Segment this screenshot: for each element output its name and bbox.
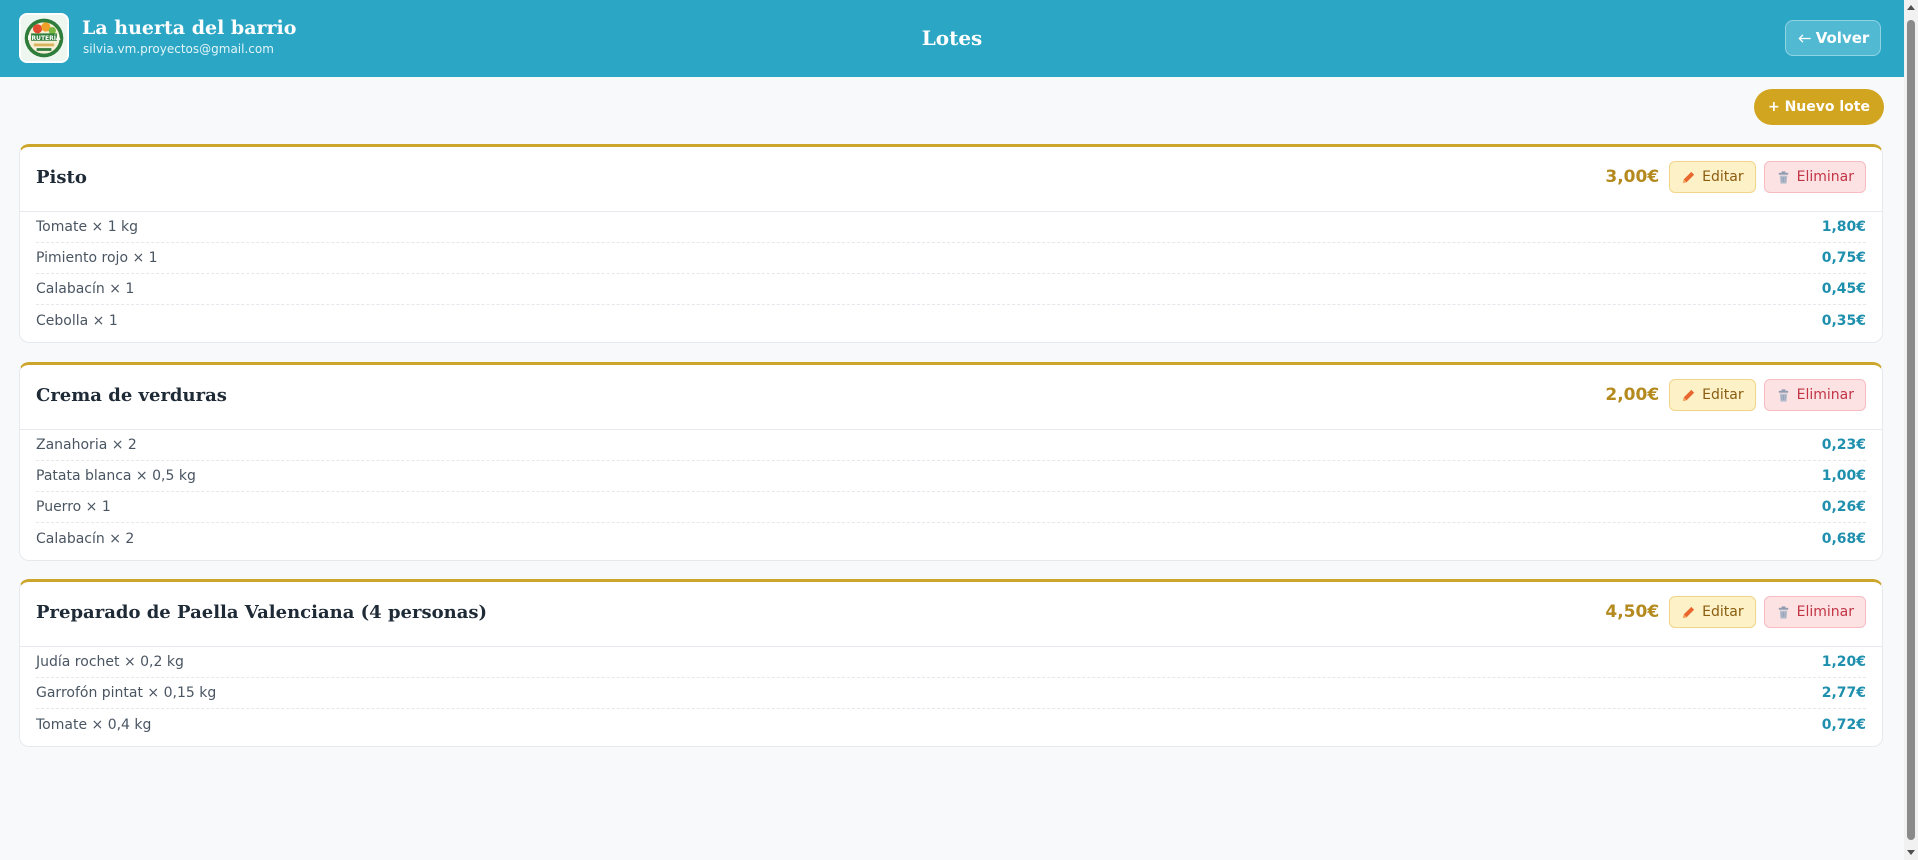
lote-actions: 2,00€ Editar Eliminar — [1605, 379, 1866, 411]
list-item: Judía rochet × 0,2 kg 1,20€ — [36, 647, 1866, 678]
edit-lote-button[interactable]: Editar — [1669, 161, 1756, 193]
item-label: Cebolla × 1 — [36, 312, 118, 329]
item-label: Zanahoria × 2 — [36, 437, 137, 453]
list-item: Calabacín × 1 0,45€ — [36, 274, 1866, 305]
edit-label: Editar — [1702, 387, 1744, 403]
edit-lote-button[interactable]: Editar — [1669, 596, 1756, 628]
top-bar: FRUTERÍA La huerta del barrio silvia.vm.… — [0, 0, 1904, 77]
item-price: 2,77€ — [1821, 685, 1866, 701]
item-price: 1,00€ — [1821, 468, 1866, 484]
list-item: Patata blanca × 0,5 kg 1,00€ — [36, 461, 1866, 492]
edit-label: Editar — [1702, 169, 1744, 185]
item-label: Judía rochet × 0,2 kg — [36, 654, 184, 670]
lote-items: Judía rochet × 0,2 kg 1,20€ Garrofón pint… — [20, 647, 1882, 746]
item-price: 0,23€ — [1821, 437, 1866, 453]
list-item: Garrofón pintat × 0,15 kg 2,77€ — [36, 678, 1866, 709]
list-item: Cebolla × 1 0,35€ — [36, 305, 1866, 336]
lote-card-header: Preparado de Paella Valenciana (4 person… — [20, 582, 1882, 647]
list-item: Calabacín × 2 0,68€ — [36, 523, 1866, 554]
item-label: Pimiento rojo × 1 — [36, 250, 158, 266]
item-label: Tomate × 1 kg — [36, 219, 139, 235]
lote-card: Crema de verduras 2,00€ Editar Eliminar … — [19, 362, 1883, 561]
trash-icon — [1776, 605, 1791, 620]
item-price: 0,68€ — [1821, 530, 1866, 547]
list-item: Puerro × 1 0,26€ — [36, 492, 1866, 523]
item-price: 0,75€ — [1821, 250, 1866, 266]
list-item: Pimiento rojo × 1 0,75€ — [36, 243, 1866, 274]
item-label: Puerro × 1 — [36, 499, 111, 515]
new-lote-button[interactable]: + Nuevo lote — [1754, 89, 1884, 125]
lote-price: 3,00€ — [1605, 167, 1660, 187]
scrollbar-thumb[interactable] — [1907, 20, 1915, 840]
item-label: Calabacín × 1 — [36, 281, 135, 297]
delete-label: Eliminar — [1796, 387, 1854, 403]
page-title: Lotes — [921, 26, 983, 50]
pencil-icon — [1681, 170, 1696, 185]
delete-lote-button[interactable]: Eliminar — [1763, 379, 1866, 411]
delete-lote-button[interactable]: Eliminar — [1763, 161, 1866, 193]
lote-name: Preparado de Paella Valenciana (4 person… — [36, 602, 488, 623]
item-label: Patata blanca × 0,5 kg — [36, 468, 196, 484]
lote-card-header: Crema de verduras 2,00€ Editar Eliminar — [20, 365, 1882, 430]
page-scrollbar[interactable] — [1904, 0, 1918, 860]
pencil-icon — [1681, 388, 1696, 403]
item-label: Tomate × 0,4 kg — [36, 716, 152, 733]
lote-price: 4,50€ — [1605, 602, 1660, 622]
list-item: Zanahoria × 2 0,23€ — [36, 430, 1866, 461]
edit-label: Editar — [1702, 604, 1744, 620]
trash-icon — [1776, 170, 1791, 185]
item-price: 1,80€ — [1821, 219, 1866, 235]
lote-name: Crema de verduras — [36, 385, 227, 406]
item-price: 0,35€ — [1821, 312, 1866, 329]
pencil-icon — [1681, 605, 1696, 620]
edit-lote-button[interactable]: Editar — [1669, 379, 1756, 411]
lote-card-header: Pisto 3,00€ Editar Eliminar — [20, 147, 1882, 212]
arrow-left-icon — [1797, 31, 1812, 46]
lote-card: Pisto 3,00€ Editar Eliminar Tomate × 1 k… — [19, 144, 1883, 343]
scroll-down-arrow-icon[interactable] — [1906, 847, 1916, 857]
item-price: 0,72€ — [1821, 716, 1866, 733]
scroll-up-arrow-icon[interactable] — [1906, 3, 1916, 13]
lote-actions: 3,00€ Editar Eliminar — [1605, 161, 1866, 193]
delete-label: Eliminar — [1796, 169, 1854, 185]
list-item: Tomate × 1 kg 1,80€ — [36, 212, 1866, 243]
item-price: 0,45€ — [1821, 281, 1866, 297]
list-item: Tomate × 0,4 kg 0,72€ — [36, 709, 1866, 740]
item-price: 0,26€ — [1821, 499, 1866, 515]
lote-actions: 4,50€ Editar Eliminar — [1605, 596, 1866, 628]
trash-icon — [1776, 388, 1791, 403]
delete-label: Eliminar — [1796, 604, 1854, 620]
item-label: Garrofón pintat × 0,15 kg — [36, 685, 217, 701]
lote-items: Zanahoria × 2 0,23€ Patata blanca × 0,5 k… — [20, 430, 1882, 560]
back-button[interactable]: Volver — [1785, 20, 1881, 56]
lote-price: 2,00€ — [1605, 385, 1660, 405]
back-button-label: Volver — [1815, 29, 1870, 47]
lote-card: Preparado de Paella Valenciana (4 person… — [19, 579, 1883, 747]
lote-items: Tomate × 1 kg 1,80€ Pimiento rojo × 1 0,75… — [20, 212, 1882, 342]
delete-lote-button[interactable]: Eliminar — [1763, 596, 1866, 628]
item-label: Calabacín × 2 — [36, 530, 135, 547]
item-price: 1,20€ — [1821, 654, 1866, 670]
lote-name: Pisto — [36, 167, 87, 188]
